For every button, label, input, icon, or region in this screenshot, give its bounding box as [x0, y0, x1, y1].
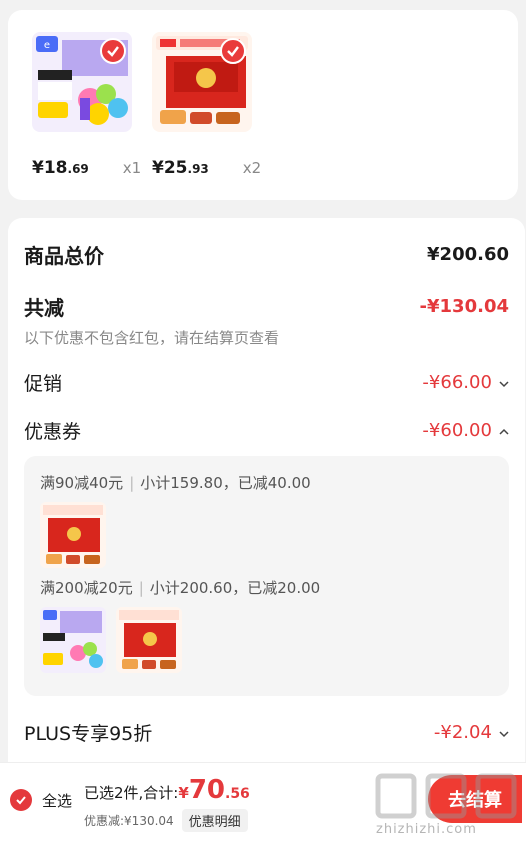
chevron-down-icon[interactable] [499, 727, 509, 741]
product-thumbnail[interactable]: e [32, 32, 132, 132]
total-reduce-label: 共减 [24, 296, 64, 320]
amount-integer: 70 [188, 775, 225, 805]
total-price-label: 商品总价 [24, 244, 104, 268]
coupon-product-thumbnail[interactable] [40, 607, 106, 673]
product-price: ¥ 25 .93 x2 [152, 158, 261, 178]
coupon-rule-line: 满200减20元 | 小计200.60，已减20.00 [40, 579, 321, 597]
coupon-row[interactable]: 优惠券 -¥60.00 [24, 417, 509, 444]
plus-discount-row[interactable]: PLUS专享95折 -¥2.04 [24, 719, 509, 746]
product-thumbnail[interactable] [152, 32, 252, 132]
price-decimal: .93 [187, 162, 209, 176]
checkout-button[interactable]: 去结算 [428, 775, 522, 823]
coupon-product-thumbnail[interactable] [40, 502, 106, 568]
coupon-detail: 小计159.80，已减40.00 [140, 474, 311, 492]
discount-amount-text: 优惠减:¥130.04 [84, 814, 174, 828]
coupon-detail: 小计200.60，已减20.00 [149, 579, 321, 597]
price-decimal: .69 [67, 162, 89, 176]
selected-check-icon[interactable] [100, 38, 126, 64]
price-integer: 18 [43, 158, 68, 178]
price-currency: ¥ [152, 158, 164, 178]
checkout-bar: 全选 已选2件,合计: ¥ 70 .56 优惠减:¥130.04 优惠明细 去结… [0, 762, 526, 843]
coupon-value: -¥60.00 [422, 420, 492, 441]
plus-discount-label: PLUS专享95折 [24, 723, 153, 745]
promo-value-wrap: -¥66.00 [422, 372, 509, 393]
coupon-value-wrap: -¥60.00 [422, 420, 509, 441]
product-item[interactable]: ¥ 25 .93 x2 [152, 32, 262, 178]
total-reduce-row: 共减 -¥130.04 [24, 292, 509, 321]
price-integer: 25 [163, 158, 188, 178]
coupon-label: 优惠券 [24, 421, 82, 443]
promo-row[interactable]: 促销 -¥66.00 [24, 369, 509, 396]
plus-discount-value: -¥2.04 [433, 722, 492, 743]
price-currency: ¥ [32, 158, 44, 178]
total-price-value: ¥200.60 [427, 244, 509, 265]
selected-count-text: 已选2件,合计: [84, 784, 179, 802]
discount-detail-button[interactable]: 优惠明细 [181, 809, 248, 832]
select-all-label: 全选 [42, 791, 73, 810]
promo-label: 促销 [24, 373, 63, 395]
total-amount-line: 已选2件,合计: ¥ 70 .56 [84, 775, 250, 805]
amount-currency: ¥ [178, 784, 189, 802]
price-summary-card: 商品总价 ¥200.60 共减 -¥130.04 以下优惠不包含红包，请在结算页… [8, 218, 525, 778]
product-item[interactable]: e ¥ 18 .69 x1 [32, 32, 142, 178]
plus-value-wrap: -¥2.04 [434, 722, 509, 743]
coupon-rule: 满200减20元 [40, 579, 133, 597]
amount-decimal: .56 [225, 786, 250, 802]
coupon-detail-panel: 满90减40元 | 小计159.80，已减40.00 满200减20元 | 小计200.… [24, 456, 509, 696]
promo-value: -¥66.00 [422, 372, 492, 393]
discount-note: 以下优惠不包含红包，请在结算页查看 [24, 329, 280, 347]
product-quantity: x1 [122, 159, 142, 177]
discount-summary-line: 优惠减:¥130.04 优惠明细 [84, 809, 248, 832]
select-all-check-icon[interactable] [10, 789, 32, 811]
total-reduce-value: -¥130.04 [419, 296, 509, 317]
chevron-up-icon[interactable] [499, 425, 509, 439]
coupon-rule-line: 满90减40元 | 小计159.80，已减40.00 [40, 474, 311, 492]
product-price: ¥ 18 .69 x1 [32, 158, 141, 178]
product-quantity: x2 [242, 159, 262, 177]
coupon-product-thumbnail[interactable] [116, 607, 182, 673]
total-price-row: 商品总价 ¥200.60 [24, 240, 509, 269]
cart-products-card: e ¥ 18 .69 x1 ¥ 25 .93 x2 [8, 10, 518, 200]
chevron-down-icon[interactable] [499, 377, 509, 391]
coupon-rule: 满90减40元 [40, 474, 124, 492]
selected-check-icon[interactable] [220, 38, 246, 64]
select-all-toggle[interactable]: 全选 [10, 789, 72, 811]
svg-text:e: e [44, 40, 50, 51]
